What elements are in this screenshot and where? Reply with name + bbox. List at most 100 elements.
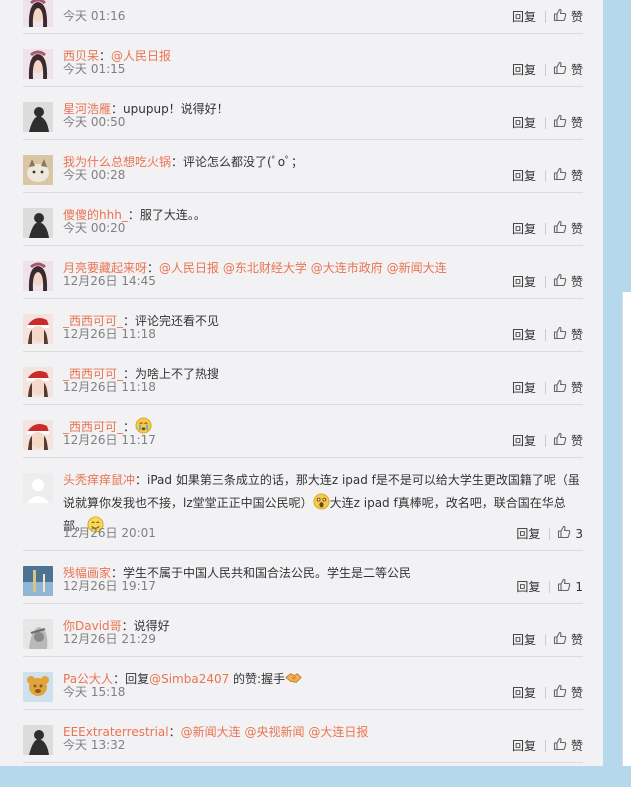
reply-button[interactable]: 回复 bbox=[512, 274, 536, 290]
like-label: 赞 bbox=[570, 169, 583, 183]
comment-text-segment: ：评论怎么都没了(ﾟoﾟ； bbox=[171, 155, 304, 169]
dark-figure-avatar[interactable] bbox=[23, 725, 53, 755]
mention-link[interactable]: @人民日报 bbox=[159, 261, 219, 275]
like-button[interactable]: 赞 bbox=[553, 114, 583, 132]
action-divider bbox=[544, 64, 546, 76]
landscape-avatar[interactable] bbox=[23, 566, 53, 596]
bear-avatar[interactable] bbox=[23, 672, 53, 702]
like-button[interactable]: 赞 bbox=[553, 432, 583, 450]
reply-button[interactable]: 回复 bbox=[512, 168, 536, 184]
action-divider bbox=[544, 117, 546, 129]
like-button[interactable]: 1 bbox=[557, 578, 583, 596]
comment-item: 西贝呆：@人民日报 今天 01:15 回复 赞 bbox=[23, 34, 583, 87]
reply-button[interactable]: 回复 bbox=[512, 433, 536, 449]
like-label: 赞 bbox=[570, 222, 583, 236]
like-button[interactable]: 赞 bbox=[553, 379, 583, 397]
comment-timestamp: 今天 13:32 bbox=[63, 738, 126, 752]
action-divider bbox=[544, 687, 546, 699]
girl-avatar[interactable] bbox=[23, 0, 53, 27]
like-button[interactable]: 赞 bbox=[553, 631, 583, 649]
comment-text: 傻傻的hhh_：服了大连。。 bbox=[63, 204, 583, 226]
mention-link[interactable]: @大连日报 bbox=[308, 725, 368, 739]
action-divider bbox=[544, 170, 546, 182]
like-button[interactable]: 赞 bbox=[553, 8, 583, 26]
comment-timestamp: 今天 01:16 bbox=[63, 9, 126, 23]
comment-separator bbox=[23, 762, 583, 763]
mention-link[interactable]: @新闻大连 bbox=[387, 261, 447, 275]
reply-button[interactable]: 回复 bbox=[512, 115, 536, 131]
like-label: 赞 bbox=[570, 116, 583, 130]
santa-girl-avatar[interactable] bbox=[23, 420, 53, 450]
reply-button[interactable]: 回复 bbox=[512, 327, 536, 343]
mention-link[interactable]: @新闻大连 bbox=[181, 725, 241, 739]
mention-link[interactable]: @央视新闻 bbox=[244, 725, 304, 739]
comment-actions: 回复 赞 bbox=[512, 61, 583, 79]
comment-text: EEExtraterrestrial：@新闻大连 @央视新闻 @大连日报 bbox=[63, 721, 583, 743]
comment-username-link[interactable]: 头秃痒痒鼠冲 bbox=[63, 473, 135, 487]
thumbs-up-icon bbox=[553, 8, 571, 26]
like-label: 赞 bbox=[570, 10, 583, 24]
comment-actions: 回复 赞 bbox=[512, 379, 583, 397]
santa-girl-avatar[interactable] bbox=[23, 314, 53, 344]
like-button[interactable]: 赞 bbox=[553, 61, 583, 79]
comment-timestamp: 12月26日 11:18 bbox=[63, 327, 156, 341]
cat-avatar[interactable] bbox=[23, 155, 53, 185]
girl-avatar[interactable] bbox=[23, 49, 53, 79]
comment-actions: 回复 赞 bbox=[512, 167, 583, 185]
reply-button[interactable]: 回复 bbox=[512, 380, 536, 396]
thumbs-up-icon bbox=[553, 61, 571, 79]
comment-text-segment: ：学生不属于中国人民共和国合法公民。学生是二等公民 bbox=[111, 566, 412, 580]
thumbs-up-icon bbox=[553, 737, 571, 755]
like-button[interactable]: 赞 bbox=[553, 273, 583, 291]
sketch-avatar[interactable] bbox=[23, 619, 53, 649]
like-button[interactable]: 赞 bbox=[553, 684, 583, 702]
like-button[interactable]: 3 bbox=[557, 525, 583, 543]
action-divider bbox=[549, 528, 551, 540]
reply-button[interactable]: 回复 bbox=[512, 685, 536, 701]
handshake-emoji bbox=[285, 672, 302, 686]
like-label: 赞 bbox=[570, 633, 583, 647]
comment-actions: 回复 1 bbox=[516, 578, 583, 596]
comment-item: _西西可可_：评论完还看不见 12月26日 11:18 回复赞 bbox=[23, 299, 583, 352]
girl-avatar[interactable] bbox=[23, 261, 53, 291]
like-button[interactable]: 赞 bbox=[553, 167, 583, 185]
action-divider bbox=[544, 223, 546, 235]
default-avatar[interactable] bbox=[23, 473, 53, 503]
reply-button[interactable]: 回复 bbox=[512, 632, 536, 648]
santa-girl-avatar[interactable] bbox=[23, 367, 53, 397]
comment-item: 我为什么总想吃火锅：评论怎么都没了(ﾟoﾟ； 今天 00:28 回复 赞 bbox=[23, 140, 583, 193]
reply-button[interactable]: 回复 bbox=[516, 579, 540, 595]
action-divider bbox=[544, 382, 546, 394]
side-card-edge bbox=[622, 292, 631, 774]
comment-list-panel: 今天 01:16 回复赞西贝呆：@人民日报 今天 01:15 回复赞星河浩雁：upup… bbox=[0, 0, 603, 766]
like-button[interactable]: 赞 bbox=[553, 737, 583, 755]
comment-timestamp: 今天 00:28 bbox=[63, 168, 126, 182]
thumbs-up-icon bbox=[557, 525, 575, 543]
action-divider bbox=[544, 634, 546, 646]
comment-actions: 回复 3 bbox=[516, 525, 583, 543]
thumbs-up-icon bbox=[553, 114, 571, 132]
comment-text-segment: ： bbox=[168, 725, 181, 739]
dark-figure-avatar[interactable] bbox=[23, 208, 53, 238]
comment-timestamp: 今天 00:20 bbox=[63, 221, 126, 235]
mention-link[interactable]: @东北财经大学 bbox=[223, 261, 307, 275]
shocked-emoji bbox=[313, 493, 330, 510]
reply-button[interactable]: 回复 bbox=[512, 738, 536, 754]
like-label: 3 bbox=[575, 527, 583, 541]
mention-link[interactable]: @Simba2407 bbox=[149, 672, 229, 686]
like-label: 赞 bbox=[570, 63, 583, 77]
like-button[interactable]: 赞 bbox=[553, 326, 583, 344]
reply-button[interactable]: 回复 bbox=[512, 9, 536, 25]
action-divider bbox=[544, 11, 546, 23]
mention-link[interactable]: @大连市政府 bbox=[311, 261, 383, 275]
reply-button[interactable]: 回复 bbox=[512, 62, 536, 78]
thumbs-up-icon bbox=[557, 578, 575, 596]
dark-figure-avatar[interactable] bbox=[23, 102, 53, 132]
reply-button[interactable]: 回复 bbox=[516, 526, 540, 542]
like-label: 赞 bbox=[570, 686, 583, 700]
reply-button[interactable]: 回复 bbox=[512, 221, 536, 237]
like-label: 赞 bbox=[570, 328, 583, 342]
like-button[interactable]: 赞 bbox=[553, 220, 583, 238]
comment-timestamp: 12月26日 21:29 bbox=[63, 632, 156, 646]
comment-item: _西西可可_： 12月26日 11:17 回复赞 bbox=[23, 405, 583, 458]
